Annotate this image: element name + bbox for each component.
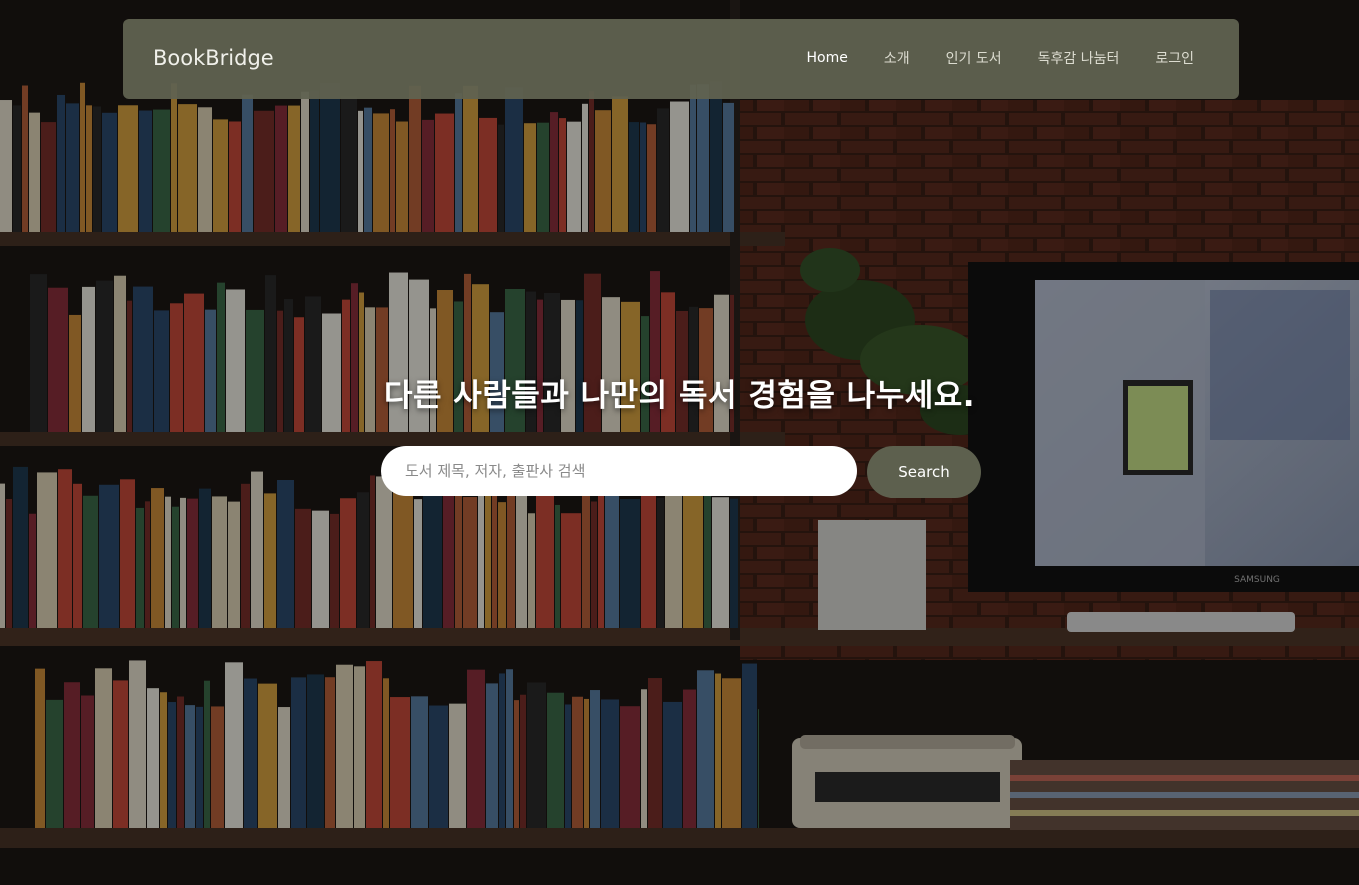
navbar: BookBridge Home 소개 인기 도서 독후감 나눔터 로그인 xyxy=(123,19,1239,99)
search-input[interactable] xyxy=(381,446,857,496)
nav-links: Home 소개 인기 도서 독후감 나눔터 로그인 xyxy=(771,19,1194,97)
nav-link-popular-books[interactable]: 인기 도서 xyxy=(946,48,1002,68)
search-button[interactable]: Search xyxy=(867,446,981,498)
nav-link-login[interactable]: 로그인 xyxy=(1155,48,1194,68)
background-image: SAMSUNG xyxy=(0,0,1359,885)
nav-link-book-reviews[interactable]: 독후감 나눔터 xyxy=(1038,48,1120,68)
nav-link-home[interactable]: Home xyxy=(807,50,848,66)
nav-link-about[interactable]: 소개 xyxy=(884,48,910,68)
brand-logo[interactable]: BookBridge xyxy=(153,19,274,97)
hero-title: 다른 사람들과 나만의 독서 경험을 나누세요. xyxy=(383,378,976,414)
